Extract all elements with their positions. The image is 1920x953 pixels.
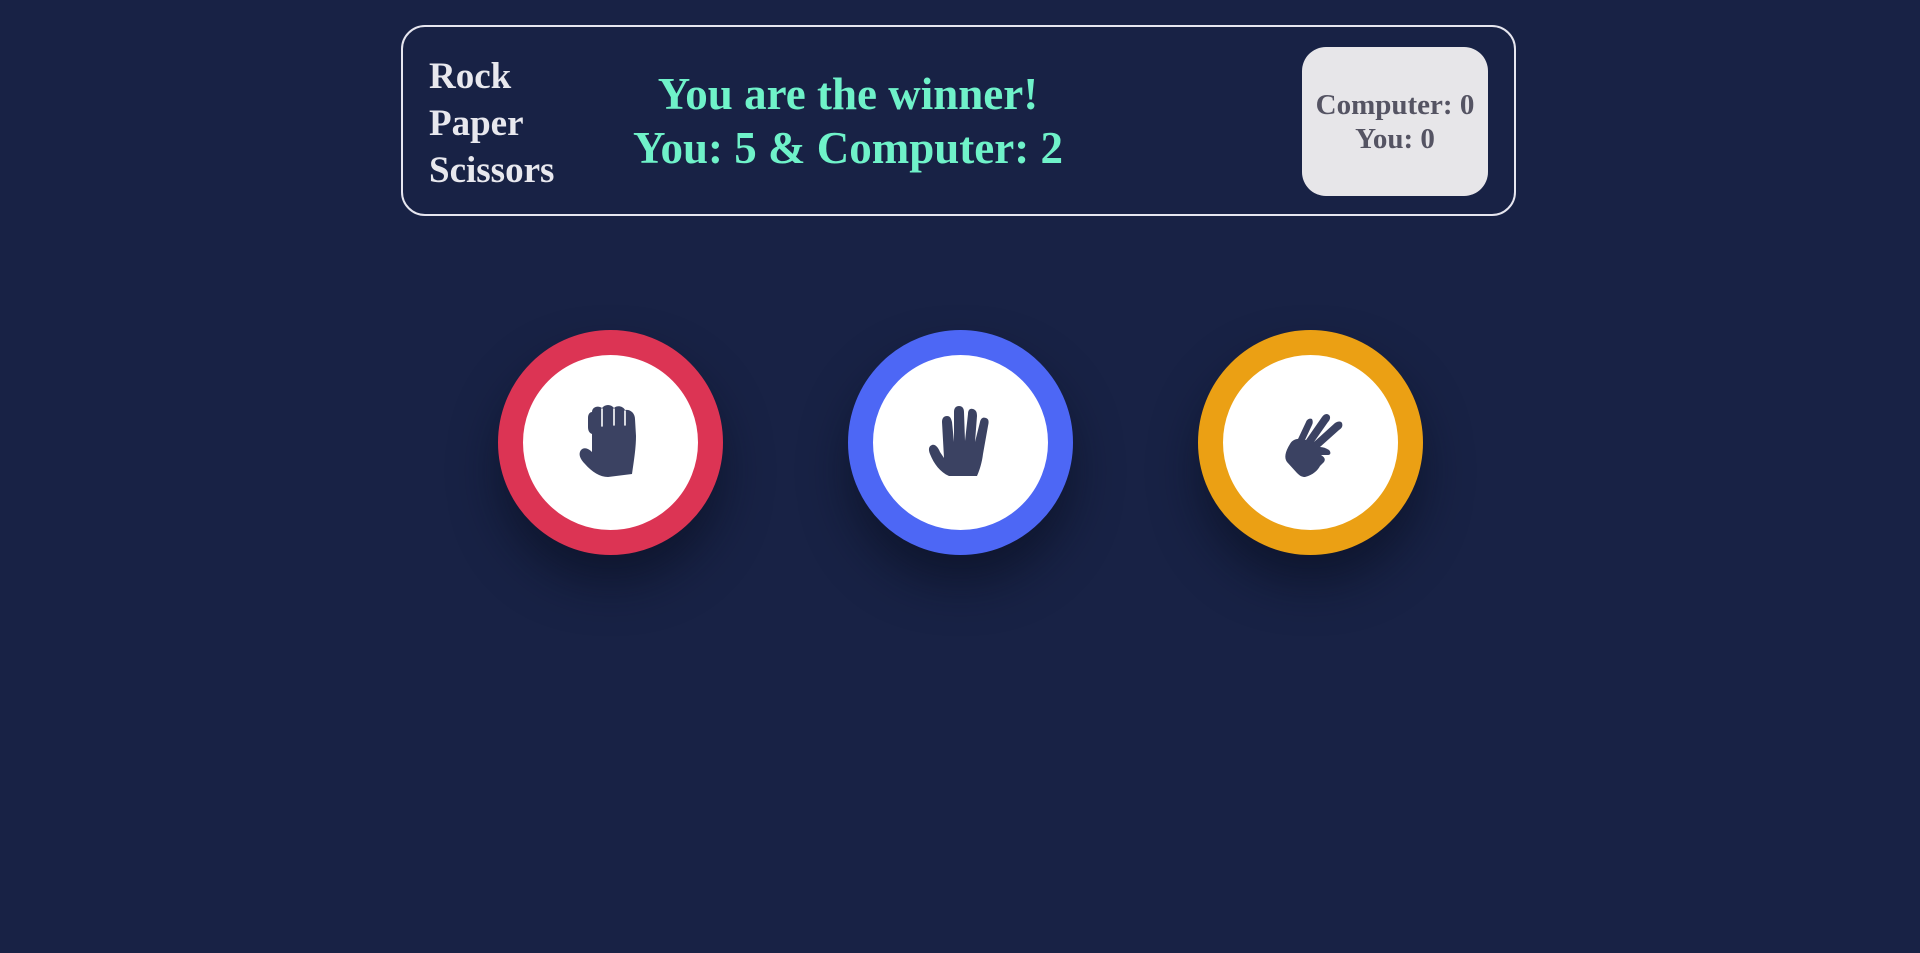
title-line-paper: Paper bbox=[429, 103, 524, 144]
rock-button[interactable] bbox=[498, 330, 723, 555]
scoreboard: Computer: 0 You: 0 bbox=[1302, 47, 1488, 196]
open-hand-icon bbox=[928, 405, 989, 476]
result-score: You: 5 & Computer: 2 bbox=[633, 123, 1063, 173]
player-score: You: 0 bbox=[1355, 122, 1435, 155]
result-message: You are the winner! bbox=[657, 69, 1039, 119]
scissors-hand-icon bbox=[1284, 413, 1342, 477]
scissors-button[interactable] bbox=[1198, 330, 1423, 555]
title-line-rock: Rock bbox=[429, 56, 512, 97]
round-result: You are the winner! You: 5 & Computer: 2 bbox=[563, 67, 1133, 175]
title-line-scissors: Scissors bbox=[429, 150, 555, 191]
paper-button[interactable] bbox=[848, 330, 1073, 555]
game-header: Rock Paper Scissors You are the winner! … bbox=[401, 25, 1516, 216]
game-title: Rock Paper Scissors bbox=[429, 53, 554, 194]
computer-score: Computer: 0 bbox=[1315, 88, 1475, 121]
fist-icon bbox=[579, 404, 636, 477]
